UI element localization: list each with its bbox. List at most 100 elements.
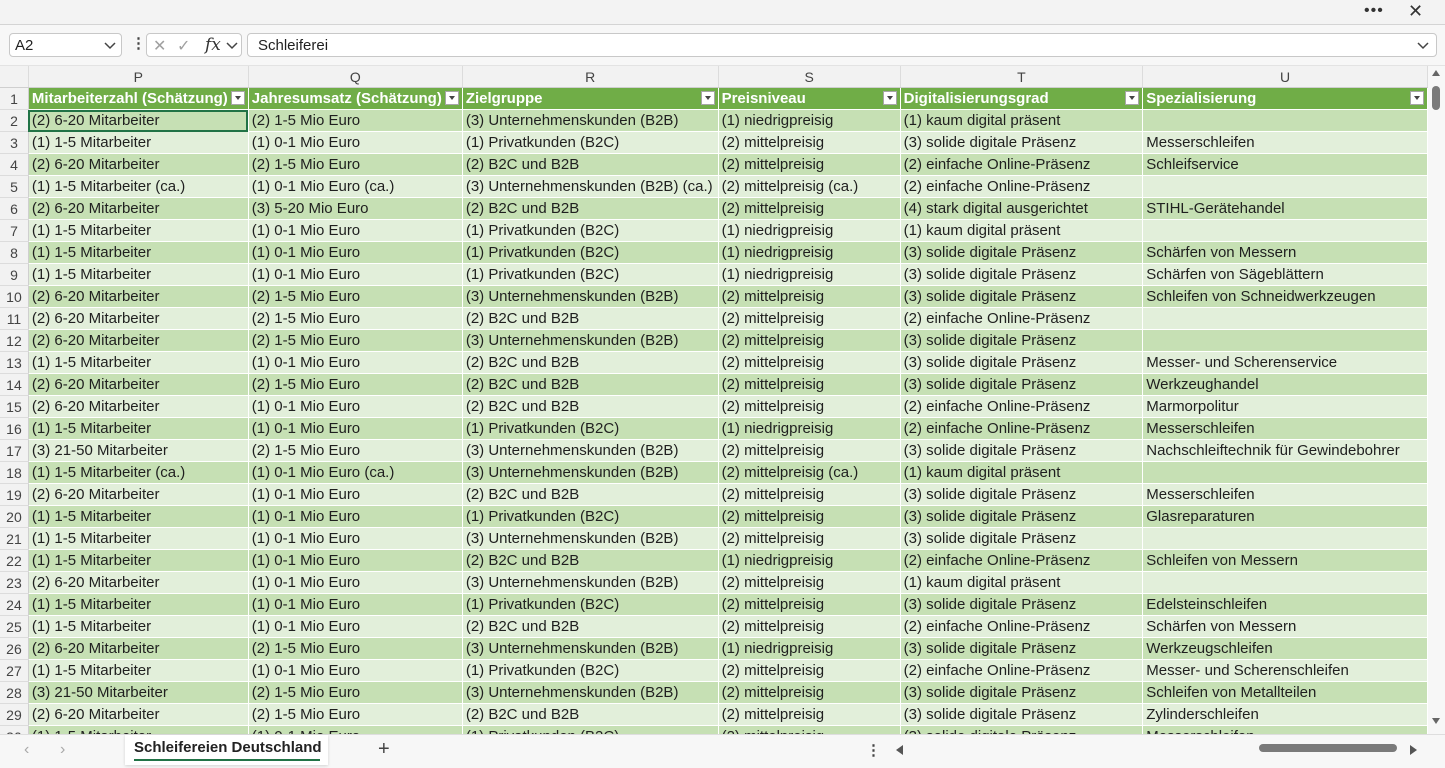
table-cell[interactable] [1142, 307, 1428, 330]
table-cell[interactable]: (2) mittelpreisig [718, 329, 901, 352]
table-header-cell[interactable]: Zielgruppe [462, 87, 719, 110]
table-cell[interactable]: (3) Unternehmenskunden (B2B) [462, 461, 719, 484]
table-cell[interactable]: Schärfen von Messern [1142, 615, 1428, 638]
table-cell[interactable]: (2) mittelpreisig [718, 725, 901, 734]
row-number[interactable]: 12 [0, 329, 29, 352]
table-cell[interactable]: (1) 1-5 Mitarbeiter [28, 725, 249, 734]
table-cell[interactable]: Messerschleifen [1142, 725, 1428, 734]
table-cell[interactable]: (1) 1-5 Mitarbeiter [28, 351, 249, 374]
chevron-down-icon[interactable] [103, 38, 117, 52]
confirm-icon[interactable]: ✓ [177, 36, 190, 56]
table-cell[interactable]: (2) mittelpreisig [718, 373, 901, 396]
row-number[interactable]: 27 [0, 659, 29, 682]
row-number[interactable]: 19 [0, 483, 29, 506]
table-cell[interactable]: (2) B2C und B2B [462, 307, 719, 330]
table-cell[interactable]: (2) 6-20 Mitarbeiter [28, 373, 249, 396]
table-cell[interactable]: (2) 1-5 Mio Euro [248, 153, 463, 176]
table-cell[interactable]: (2) einfache Online-Präsenz [900, 307, 1144, 330]
more-options-icon[interactable]: ••• [1364, 2, 1384, 20]
table-cell[interactable] [1142, 527, 1428, 550]
table-cell[interactable]: (3) solide digitale Präsenz [900, 131, 1144, 154]
table-cell[interactable]: (1) Privatkunden (B2C) [462, 241, 719, 264]
table-cell[interactable]: (3) solide digitale Präsenz [900, 285, 1144, 308]
table-cell[interactable] [1142, 461, 1428, 484]
table-cell[interactable]: (1) kaum digital präsent [900, 219, 1144, 242]
table-cell[interactable]: (2) 6-20 Mitarbeiter [28, 395, 249, 418]
row-number[interactable]: 16 [0, 417, 29, 440]
table-cell[interactable]: Schleifen von Metallteilen [1142, 681, 1428, 704]
table-cell[interactable]: (1) 0-1 Mio Euro (ca.) [248, 461, 463, 484]
insert-function-icon[interactable]: fx [205, 35, 221, 55]
table-cell[interactable]: (3) solide digitale Präsenz [900, 241, 1144, 264]
table-cell[interactable]: (2) 6-20 Mitarbeiter [28, 197, 249, 220]
table-cell[interactable]: (4) stark digital ausgerichtet [900, 197, 1144, 220]
sheet-tab-active[interactable]: Schleifereien Deutschland [125, 735, 328, 765]
table-cell[interactable]: (1) niedrigpreisig [718, 549, 901, 572]
table-cell[interactable] [1142, 219, 1428, 242]
table-cell[interactable]: (1) niedrigpreisig [718, 637, 901, 660]
table-cell[interactable]: (3) solide digitale Präsenz [900, 637, 1144, 660]
table-cell[interactable]: (3) Unternehmenskunden (B2B) [462, 637, 719, 660]
row-number[interactable]: 30 [0, 725, 29, 734]
row-number[interactable]: 11 [0, 307, 29, 330]
table-cell[interactable]: (1) 1-5 Mitarbeiter [28, 505, 249, 528]
table-cell[interactable]: Zylinderschleifen [1142, 703, 1428, 726]
row-number[interactable]: 25 [0, 615, 29, 638]
table-cell[interactable]: (3) Unternehmenskunden (B2B) [462, 681, 719, 704]
row-number[interactable]: 14 [0, 373, 29, 396]
column-header[interactable]: U [1142, 66, 1428, 88]
add-sheet-icon[interactable]: + [378, 738, 390, 761]
table-cell[interactable]: (2) mittelpreisig [718, 681, 901, 704]
table-cell[interactable]: (2) mittelpreisig [718, 307, 901, 330]
column-header[interactable]: Q [248, 66, 463, 88]
table-cell[interactable]: (1) Privatkunden (B2C) [462, 219, 719, 242]
table-cell[interactable]: (3) 21-50 Mitarbeiter [28, 439, 249, 462]
filter-dropdown-icon[interactable] [230, 91, 245, 105]
table-cell[interactable]: (1) 0-1 Mio Euro [248, 483, 463, 506]
cancel-icon[interactable]: ✕ [153, 36, 166, 56]
row-number[interactable]: 22 [0, 549, 29, 572]
table-cell[interactable]: (2) 1-5 Mio Euro [248, 109, 463, 132]
table-cell[interactable]: (1) Privatkunden (B2C) [462, 725, 719, 734]
table-cell[interactable]: (1) 0-1 Mio Euro [248, 505, 463, 528]
table-cell[interactable]: (3) solide digitale Präsenz [900, 681, 1144, 704]
table-cell[interactable]: (2) einfache Online-Präsenz [900, 549, 1144, 572]
table-cell[interactable]: (1) 1-5 Mitarbeiter [28, 219, 249, 242]
table-cell[interactable]: (2) 6-20 Mitarbeiter [28, 109, 249, 132]
table-cell[interactable]: (1) niedrigpreisig [718, 241, 901, 264]
table-cell[interactable]: (2) 6-20 Mitarbeiter [28, 307, 249, 330]
table-header-cell[interactable]: Spezialisierung [1142, 87, 1428, 110]
table-cell[interactable]: (1) kaum digital präsent [900, 461, 1144, 484]
table-cell[interactable]: (2) 1-5 Mio Euro [248, 439, 463, 462]
table-cell[interactable]: (2) mittelpreisig (ca.) [718, 175, 901, 198]
row-number[interactable]: 17 [0, 439, 29, 462]
table-header-cell[interactable]: Digitalisierungsgrad [900, 87, 1144, 110]
expand-formula-icon[interactable] [1416, 38, 1430, 52]
table-cell[interactable]: (1) 1-5 Mitarbeiter [28, 263, 249, 286]
table-cell[interactable]: STIHL-Gerätehandel [1142, 197, 1428, 220]
formula-input[interactable]: Schleiferei [247, 33, 1437, 57]
table-cell[interactable]: (2) mittelpreisig [718, 153, 901, 176]
table-cell[interactable]: (2) 1-5 Mio Euro [248, 637, 463, 660]
table-cell[interactable]: (2) 1-5 Mio Euro [248, 307, 463, 330]
table-cell[interactable]: (2) mittelpreisig [718, 505, 901, 528]
table-cell[interactable]: (1) 0-1 Mio Euro (ca.) [248, 175, 463, 198]
table-cell[interactable]: (2) einfache Online-Präsenz [900, 417, 1144, 440]
table-cell[interactable]: (3) solide digitale Präsenz [900, 527, 1144, 550]
table-cell[interactable]: (3) Unternehmenskunden (B2B) [462, 527, 719, 550]
table-cell[interactable]: (2) mittelpreisig [718, 527, 901, 550]
table-cell[interactable]: (2) mittelpreisig [718, 483, 901, 506]
scroll-up-icon[interactable] [1432, 70, 1440, 76]
row-number[interactable]: 5 [0, 175, 29, 198]
table-cell[interactable]: (2) 6-20 Mitarbeiter [28, 703, 249, 726]
table-cell[interactable]: (3) solide digitale Präsenz [900, 483, 1144, 506]
table-cell[interactable]: (2) B2C und B2B [462, 615, 719, 638]
table-cell[interactable]: (2) mittelpreisig [718, 285, 901, 308]
row-number[interactable]: 9 [0, 263, 29, 286]
row-number[interactable]: 1 [0, 87, 29, 110]
table-cell[interactable]: (3) Unternehmenskunden (B2B) [462, 109, 719, 132]
table-cell[interactable]: (2) 1-5 Mio Euro [248, 681, 463, 704]
table-cell[interactable]: (2) 6-20 Mitarbeiter [28, 637, 249, 660]
scroll-left-icon[interactable] [896, 745, 903, 755]
table-cell[interactable]: (2) mittelpreisig [718, 571, 901, 594]
